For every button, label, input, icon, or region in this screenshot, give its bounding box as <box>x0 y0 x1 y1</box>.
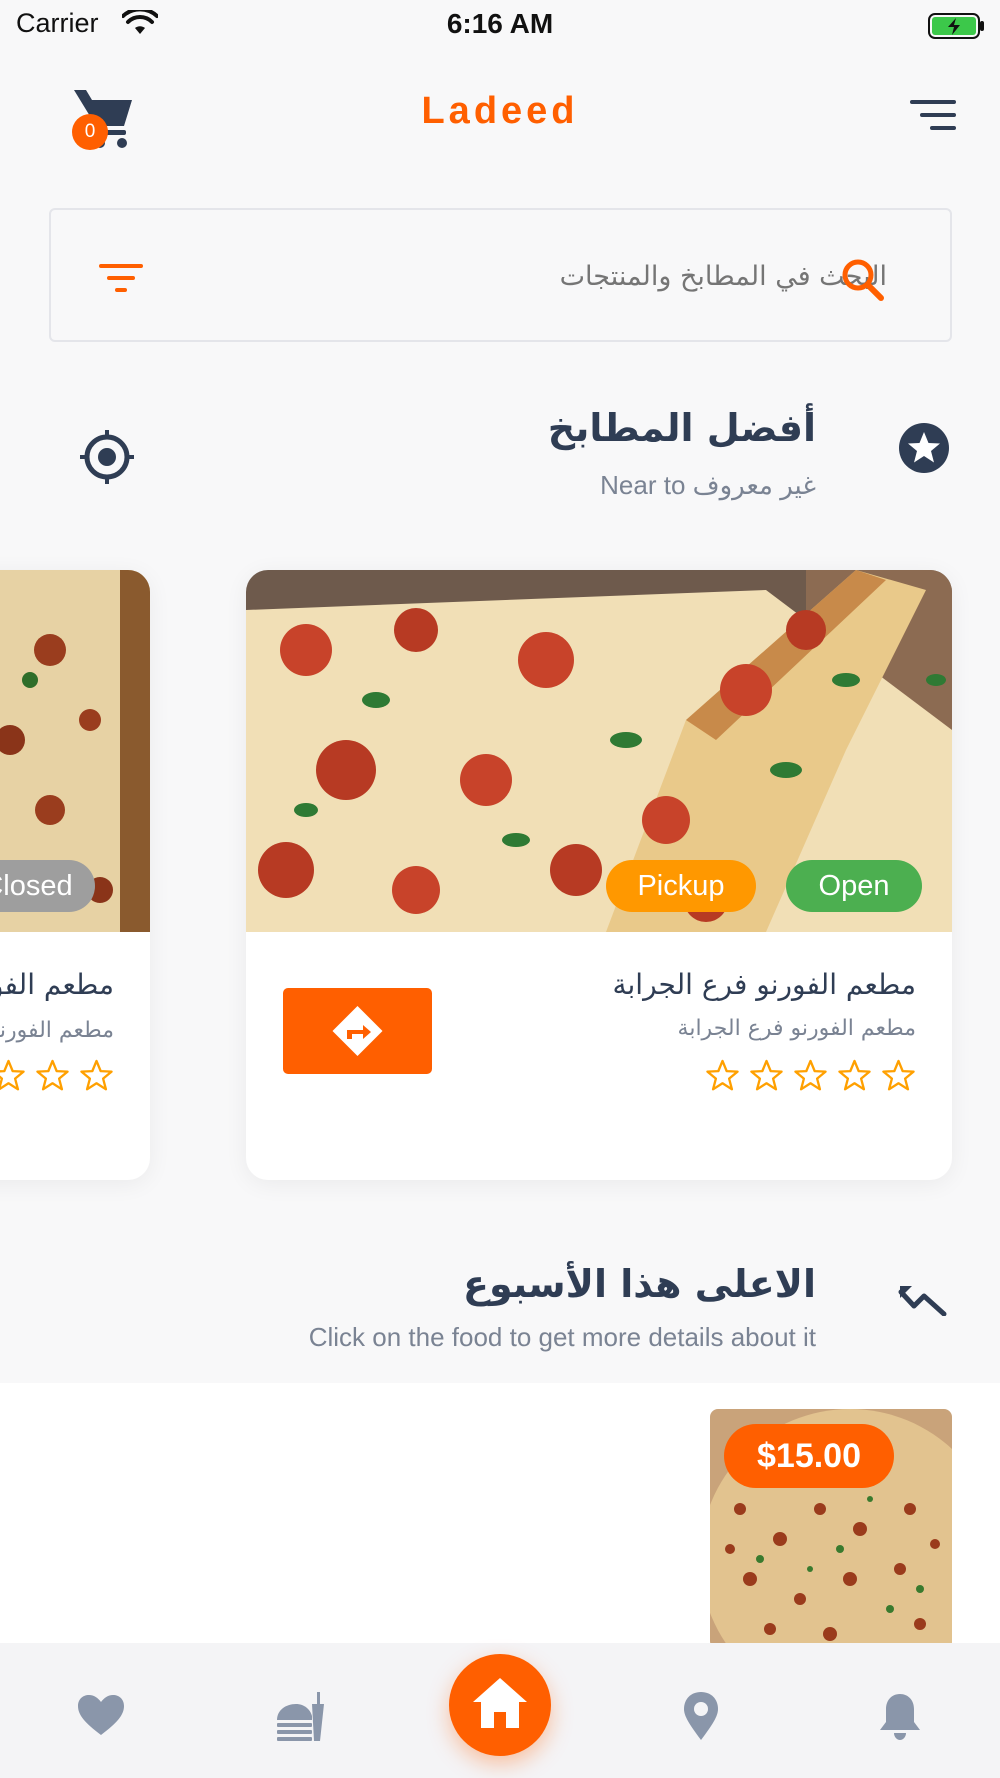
top-week-subtitle: Click on the food to get more details ab… <box>308 1322 816 1352</box>
star-icon <box>36 1059 69 1091</box>
star-icon <box>80 1059 113 1091</box>
best-kitchens-subtitle: Near to غير معروف <box>600 470 816 500</box>
nav-home[interactable] <box>449 1654 551 1756</box>
nav-favorites[interactable] <box>75 1690 127 1742</box>
location-target-icon[interactable] <box>78 428 136 486</box>
top-week-title: الاعلى هذا الأسبوع <box>462 1262 816 1306</box>
star-icon <box>794 1059 827 1091</box>
open-badge: Open <box>786 860 922 912</box>
pickup-badge: Pickup <box>606 860 756 912</box>
status-bar: Carrier 6:16 AM <box>0 0 1000 50</box>
star-icon <box>706 1059 739 1091</box>
app-screen: Carrier 6:16 AM 0 Ladeed البحث في المطاب… <box>0 0 1000 1778</box>
nav-food[interactable] <box>274 1690 326 1742</box>
rating-stars <box>0 1058 114 1093</box>
kitchen-name: مطعم الفورنو فرع الجرابة <box>612 968 917 1001</box>
star-icon <box>882 1059 915 1091</box>
home-icon <box>473 1678 527 1728</box>
rating-stars <box>705 1058 916 1093</box>
kitchen-subtitle: مطعم الفورنو فرع الجرابة <box>677 1016 916 1041</box>
filter-button[interactable] <box>97 260 145 296</box>
price-badge: $15.00 <box>724 1424 894 1488</box>
status-time: 6:16 AM <box>446 8 554 39</box>
kitchen-name: مطعم الفورنو <box>0 968 114 1001</box>
search-input[interactable] <box>171 246 887 306</box>
heart-icon <box>78 1695 124 1735</box>
star-icon <box>750 1059 783 1091</box>
trending-icon <box>898 1286 947 1316</box>
battery-icon <box>928 13 984 39</box>
filter-icon <box>99 264 143 292</box>
map-pin-icon <box>684 1692 718 1740</box>
app-title: Ladeed <box>421 90 579 132</box>
directions-icon <box>332 1006 383 1056</box>
star-icon <box>0 1059 25 1091</box>
nav-notifications[interactable] <box>874 1690 926 1742</box>
search-icon[interactable] <box>839 256 887 304</box>
kitchen-card[interactable]: Closed مطعم الفورنو مطعم الفورنو <box>0 570 150 1180</box>
search-box <box>49 208 952 342</box>
kitchen-subtitle: مطعم الفورنو <box>0 1018 114 1043</box>
bell-icon <box>880 1694 920 1740</box>
star-badge-icon <box>899 423 949 473</box>
kitchen-card[interactable]: Pickup Open مطعم الفورنو فرع الجرابة مطع… <box>246 570 952 1180</box>
directions-button[interactable] <box>283 988 432 1074</box>
food-icon <box>277 1692 324 1741</box>
best-kitchens-title: أفضل المطابخ <box>547 406 816 450</box>
star-icon <box>838 1059 871 1091</box>
menu-icon <box>910 100 956 130</box>
nav-map[interactable] <box>675 1690 727 1742</box>
closed-badge: Closed <box>0 860 95 912</box>
menu-button[interactable] <box>908 96 958 136</box>
